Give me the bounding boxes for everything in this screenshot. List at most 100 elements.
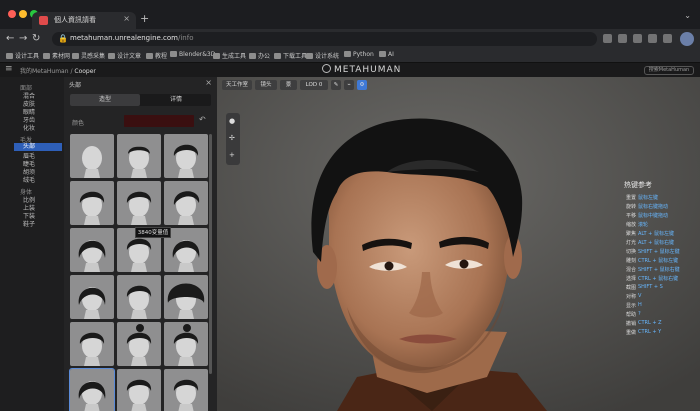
hairstyle-thumbnail[interactable]	[70, 322, 114, 366]
hairstyle-thumbnail[interactable]	[117, 275, 161, 319]
folder-icon	[43, 53, 50, 59]
thumbnail-tooltip: 3840变量值	[135, 227, 171, 238]
hairstyle-thumbnail[interactable]	[70, 275, 114, 319]
hotkey-reference-overlay: 热键参考 重置 鼠标左键 旋转 鼠标右键拖动 平移 鼠标中键拖动 缩放 滚轮 聚焦 ALT + 鼠…	[575, 180, 700, 340]
hotkey-action: 灯光	[625, 240, 636, 246]
bookmark-item[interactable]: 素材网	[43, 51, 70, 60]
bookmark-item[interactable]: 设计系统	[306, 51, 339, 60]
hairstyle-thumbnail[interactable]	[70, 134, 114, 178]
hotkey-row: 灯光 ALT + 鼠标右键	[575, 239, 700, 248]
bookmark-item[interactable]: 生成工具	[213, 51, 246, 60]
metahuman-logo: METAHUMAN	[322, 64, 401, 75]
head-preview-icon	[173, 379, 199, 411]
tab-search-icon[interactable]: ⌄	[684, 11, 691, 20]
link-icon[interactable]: ⌁	[344, 80, 354, 90]
profile-avatar[interactable]	[680, 32, 694, 46]
tab-close-icon[interactable]: ×	[123, 14, 130, 23]
nav-item-7[interactable]: 头部	[14, 143, 62, 151]
header-search-input[interactable]: 搜索MetaHuman	[644, 66, 694, 75]
extensions-icon[interactable]	[663, 34, 672, 43]
hotkey-binding: CTRL + 鼠标左键	[638, 258, 679, 264]
bookmark-item[interactable]: Blender&3D	[170, 51, 215, 58]
head-preview-icon	[79, 191, 105, 225]
translate-icon[interactable]	[603, 34, 612, 43]
hairstyle-thumbnail[interactable]	[164, 275, 208, 319]
bookmark-item[interactable]: 下载工具	[274, 51, 307, 60]
hotkey-action: 重置	[625, 195, 636, 201]
bookmark-item[interactable]: 教程	[146, 51, 167, 60]
head-preview-icon	[173, 144, 199, 178]
forward-icon[interactable]: →	[19, 33, 27, 44]
back-icon[interactable]: ←	[6, 33, 14, 44]
minimize-window-button[interactable]	[19, 10, 27, 18]
hairstyle-thumbnail[interactable]	[117, 322, 161, 366]
hotkey-action: 重做	[625, 330, 636, 336]
hamburger-menu-icon[interactable]: ≡	[5, 64, 13, 74]
camera-button[interactable]: 镜头	[255, 80, 277, 90]
bookmark-item[interactable]: 设计工具	[6, 51, 39, 60]
hotkey-action: 撤销	[625, 321, 636, 327]
hotkey-row: 混合 SHIFT + 鼠标右键	[575, 266, 700, 275]
hotkey-action: 平移	[625, 213, 636, 219]
hairstyle-thumbnail[interactable]	[117, 181, 161, 225]
nav-item-11[interactable]: 绒毛	[23, 175, 35, 184]
nav-item-16[interactable]: 鞋子	[23, 219, 35, 228]
bookmark-item[interactable]: 办公	[249, 51, 270, 60]
share-icon[interactable]	[618, 34, 627, 43]
light-icon[interactable]: ●	[229, 117, 235, 125]
hairstyle-thumbnail[interactable]	[164, 134, 208, 178]
hairstyle-thumbnail[interactable]	[70, 228, 114, 272]
hotkey-row: 雕刻 CTRL + 鼠标左键	[575, 257, 700, 266]
settings-icon[interactable]: ⚙	[357, 80, 367, 90]
panel-scrollbar[interactable]	[209, 134, 212, 374]
hairstyle-thumbnail[interactable]	[164, 181, 208, 225]
panel-close-icon[interactable]: ×	[205, 78, 212, 87]
hairstyle-thumbnail[interactable]	[117, 134, 161, 178]
hairstyle-thumbnail[interactable]	[69, 368, 115, 411]
hotkey-binding: ALT + 鼠标左键	[638, 231, 674, 237]
hairstyle-thumbnail[interactable]	[164, 322, 208, 366]
hairstyle-thumbnail[interactable]	[164, 369, 208, 411]
hotkey-row: 选择 CTRL + 鼠标右键	[575, 275, 700, 284]
head-preview-icon	[126, 324, 152, 366]
scene-button[interactable]: 景	[280, 80, 297, 90]
studio-button[interactable]: 天工作室	[222, 80, 252, 90]
bookmark-star-icon[interactable]	[633, 34, 642, 43]
bookmark-item[interactable]: Python	[344, 51, 374, 58]
brush-icon[interactable]: ✎	[331, 80, 341, 90]
hairstyle-thumbnail[interactable]	[70, 181, 114, 225]
browser-tab[interactable]: 個人資訊請看 ×	[32, 12, 136, 29]
bookmark-item[interactable]: 灵感采集	[72, 51, 105, 60]
tab-style[interactable]: 造型	[70, 94, 140, 106]
url-field[interactable]: 🔒 metahuman.unrealengine.com/info	[52, 32, 597, 46]
url-path: /info	[178, 34, 194, 42]
hotkey-action: 选择	[625, 276, 636, 282]
folder-icon	[213, 53, 220, 59]
download-icon[interactable]	[648, 34, 657, 43]
browser-window: 個人資訊請看 × + ⌄ ← → ↻ 🔒 metahuman.unrealeng…	[0, 0, 700, 411]
bookmark-item[interactable]: 设计文章	[108, 51, 141, 60]
folder-icon	[379, 51, 386, 57]
hotkey-action: 截图	[625, 285, 636, 291]
tab-details[interactable]: 详情	[141, 94, 211, 106]
hotkey-row: 重做 CTRL + Y	[575, 329, 700, 338]
bookmark-item[interactable]: AI	[379, 51, 394, 58]
reload-icon[interactable]: ↻	[32, 33, 40, 44]
lod-button[interactable]: LOD 0	[300, 80, 328, 90]
breadcrumb-parent[interactable]: 我的MetaHuman	[20, 68, 69, 75]
hotkey-binding: CTRL + Z	[638, 320, 662, 326]
close-window-button[interactable]	[8, 10, 16, 18]
hair-color-swatch[interactable]	[124, 115, 194, 127]
head-preview-icon	[78, 287, 106, 319]
plus-icon[interactable]: +	[229, 151, 235, 159]
hotkey-binding: H	[638, 302, 642, 308]
hotkey-action: 旋转	[625, 204, 636, 210]
nav-item-5[interactable]: 化妆	[23, 123, 35, 132]
hotkey-action: 切换	[625, 249, 636, 255]
hotkey-action: 显示	[625, 303, 636, 309]
new-tab-button[interactable]: +	[140, 13, 149, 25]
move-icon[interactable]: ✢	[229, 134, 235, 142]
left-navigation: 面部 混合 皮肤 眼睛 牙齿 化妆 毛发 头部 眉毛 睫毛 胡须 绒毛 身体 比例 上装 下装 鞋子	[0, 77, 64, 411]
hairstyle-thumbnail[interactable]	[117, 369, 161, 411]
reset-color-icon[interactable]: ↶	[199, 115, 206, 124]
